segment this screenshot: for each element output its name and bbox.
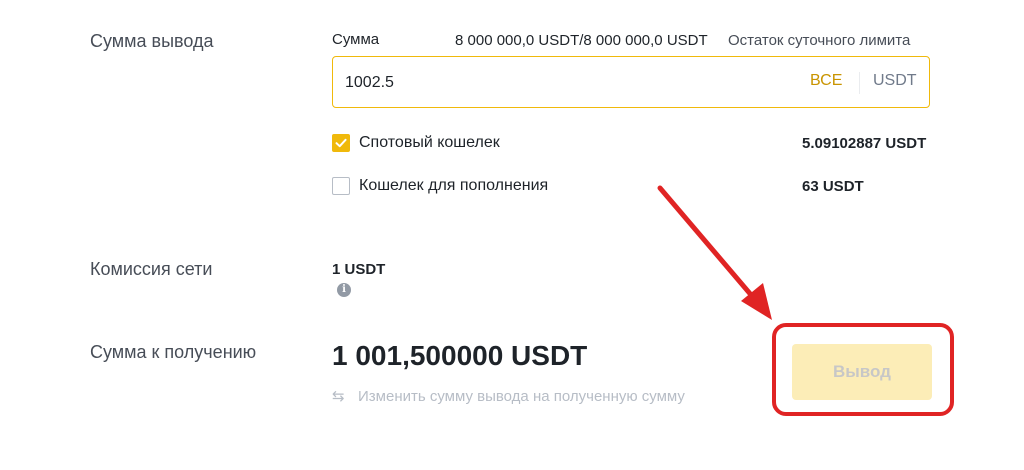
network-fee-value: 1 USDT bbox=[332, 261, 386, 278]
withdraw-form: Сумма вывода Сумма 8 000 000,0 USDT/8 00… bbox=[0, 0, 1024, 470]
spot-wallet-balance: 5.09102887 USDT bbox=[802, 135, 927, 152]
daily-limit-label: Остаток суточного лимита bbox=[728, 32, 911, 49]
funding-wallet-label[interactable]: Кошелек для пополнения bbox=[359, 177, 548, 195]
currency-label: USDT bbox=[873, 72, 917, 89]
amount-field[interactable]: ВСЕ USDT bbox=[332, 56, 930, 108]
receive-amount-value: 1 001,500000 USDT bbox=[332, 340, 588, 371]
switch-amount-label: Изменить сумму вывода на полученную сумм… bbox=[358, 388, 685, 405]
checkmark-icon bbox=[335, 138, 347, 148]
withdraw-amount-label: Сумма вывода bbox=[90, 31, 214, 51]
daily-limit-value: 8 000 000,0 USDT/8 000 000,0 USDT bbox=[455, 32, 708, 49]
highlight-annotation bbox=[772, 323, 954, 416]
funding-wallet-checkbox[interactable] bbox=[332, 177, 350, 195]
receive-amount-label: Сумма к получению bbox=[90, 342, 257, 362]
max-button[interactable]: ВСЕ bbox=[810, 72, 842, 90]
network-fee-label: Комиссия сети bbox=[90, 259, 213, 279]
swap-arrows-icon: ⇆ bbox=[332, 388, 345, 405]
spot-wallet-label[interactable]: Спотовый кошелек bbox=[359, 134, 500, 152]
amount-input[interactable] bbox=[345, 71, 765, 95]
amount-header: Сумма bbox=[332, 31, 380, 48]
switch-amount-link[interactable]: ⇆ Изменить сумму вывода на полученную сум… bbox=[332, 387, 685, 405]
funding-wallet-balance: 63 USDT bbox=[802, 178, 864, 195]
spot-wallet-checkbox[interactable] bbox=[332, 134, 350, 152]
divider bbox=[859, 72, 860, 94]
info-icon[interactable]: i bbox=[337, 283, 351, 297]
